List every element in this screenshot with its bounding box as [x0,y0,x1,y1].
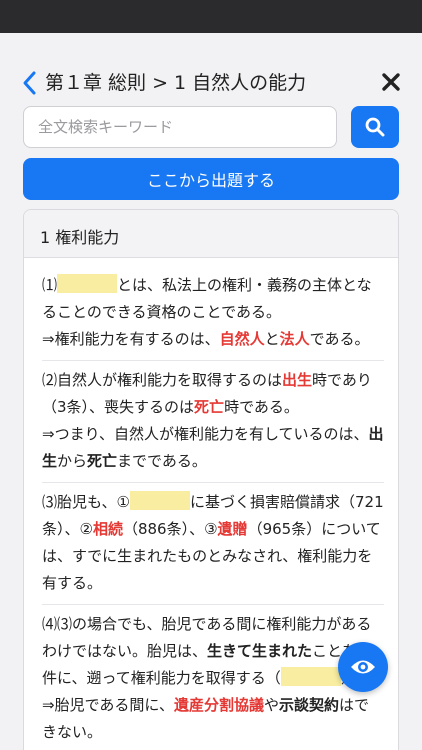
item-paragraph: ⇒つまり、自然人が権利能力を有しているのは、出生から死亡までである。 [42,425,384,470]
item-paragraph: ⇒権利能力を有するのは、自然人と法人である。 [42,330,370,348]
status-bar [0,0,422,33]
item-paragraph: ⇒胎児である間に、遺産分割協議や示談契約はできない。 [42,696,370,741]
item-paragraph: ⑴ とは、私法上の権利・義務の主体となることのできる資格のことである。 [42,274,372,321]
item-paragraph: ⑷⑶の場合でも、胎児である間に権利能力があるわけではない。胎児は、生きて生まれた… [42,615,372,687]
search-icon [365,117,385,137]
item-paragraph: ⑵自然人が権利能力を取得するのは出生時であり（3条）、喪失するのは死亡時である。 [42,371,372,416]
eye-icon [351,660,375,674]
page-title: 第１章 総則 > 1 自然人の能力 [45,72,307,94]
list-item: ⑴ とは、私法上の権利・義務の主体となることのできる資格のことである。 ⇒権利能力… [42,266,384,361]
search-input[interactable] [23,106,337,148]
answer-blank[interactable] [57,274,118,293]
card-title: 1 権利能力 [24,210,398,258]
list-item: ⑶胎児も、① に基づく損害賠償請求（721条）、②相続（886条）、③遺贈（965… [42,483,384,605]
answer-blank[interactable] [280,667,341,686]
close-icon[interactable] [380,71,402,93]
list-item: ⑵自然人が権利能力を取得するのは出生時であり（3条）、喪失するのは死亡時である。… [42,361,384,483]
list-item: ⑷⑶の場合でも、胎児である間に権利能力があるわけではない。胎児は、生きて生まれた… [42,605,384,750]
start-quiz-button[interactable]: ここから出題する [23,158,399,200]
header: 第１章 総則 > 1 自然人の能力 [0,60,422,104]
search-button[interactable] [351,106,399,148]
item-paragraph: ⑶胎児も、① に基づく損害賠償請求（721条）、②相続（886条）、③遺贈（965… [42,491,384,592]
answer-blank[interactable] [130,491,190,510]
chevron-left-icon[interactable] [20,70,40,96]
toggle-answers-button[interactable] [338,642,388,692]
